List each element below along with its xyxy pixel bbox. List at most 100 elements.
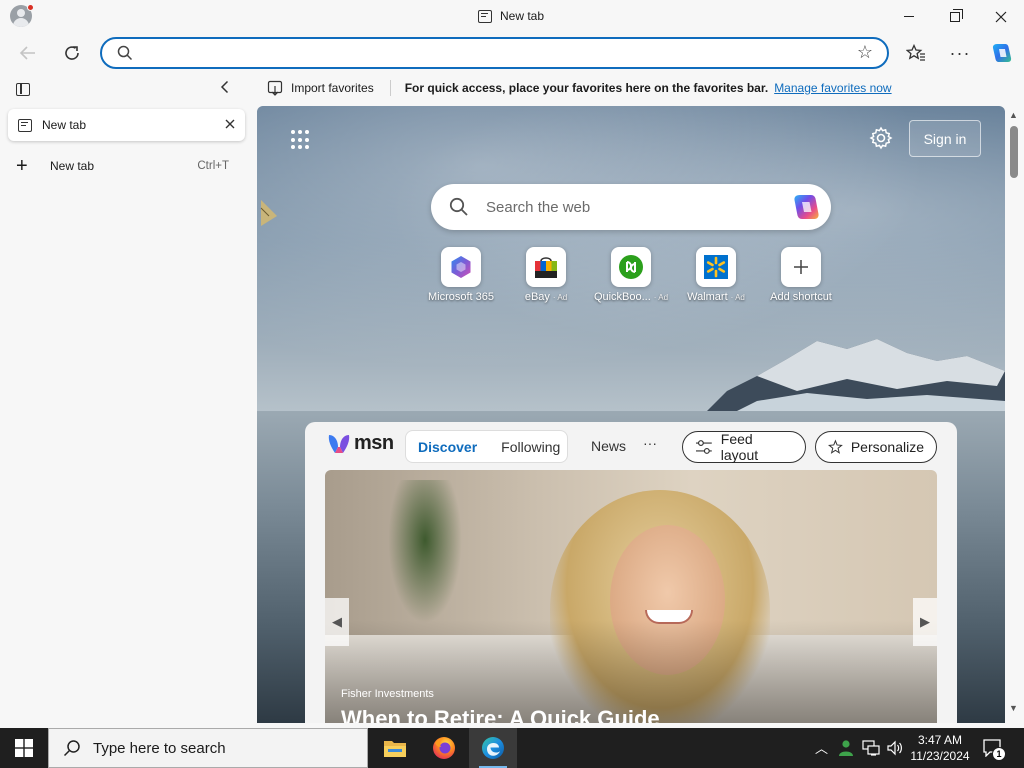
close-tab-button[interactable] xyxy=(225,116,235,134)
restore-button[interactable] xyxy=(932,0,978,33)
shortcut-tile[interactable] xyxy=(611,247,651,287)
shortcut-add[interactable]: Add shortcut xyxy=(761,247,841,303)
sign-in-button[interactable]: Sign in xyxy=(909,120,981,157)
address-bar[interactable]: ☆ xyxy=(100,37,889,69)
new-tab-label: New tab xyxy=(50,159,95,173)
sparkle-pen-icon xyxy=(828,439,843,454)
taskbar-clock[interactable]: 3:47 AM 11/23/2024 xyxy=(906,732,974,764)
shortcut-tile[interactable] xyxy=(526,247,566,287)
shortcut-name: Walmart xyxy=(687,291,728,303)
web-search-input[interactable] xyxy=(486,197,776,217)
tab-discover[interactable]: Discover xyxy=(418,439,477,455)
page-scrollbar[interactable]: ▲ ▼ xyxy=(1005,106,1024,723)
scrollbar-thumb[interactable] xyxy=(1010,126,1018,178)
personalize-button[interactable]: Personalize xyxy=(815,431,937,463)
tab-following[interactable]: Following xyxy=(501,439,560,455)
msn-logo[interactable]: msn xyxy=(327,432,394,455)
show-hidden-icons-chevron-icon[interactable]: ︿ xyxy=(815,738,828,757)
vertical-tabs-pane: New tab + New tab Ctrl+T xyxy=(0,74,257,728)
close-window-button[interactable] xyxy=(978,0,1024,33)
address-input[interactable] xyxy=(142,43,842,63)
ad-label: Ad xyxy=(557,293,568,302)
scroll-up-arrow-icon[interactable]: ▲ xyxy=(1009,110,1018,120)
network-icon[interactable] xyxy=(862,740,880,756)
settings-and-more-button[interactable]: ··· xyxy=(944,37,976,69)
user-network-icon[interactable] xyxy=(838,739,854,757)
favorites-icon xyxy=(906,44,925,61)
add-favorite-star-icon[interactable]: ☆ xyxy=(857,42,873,63)
hero-article-card[interactable]: Fisher Investments When to Retire: A Qui… xyxy=(325,470,937,723)
import-favorites-button[interactable]: Import favorites xyxy=(267,80,374,96)
shortcut-label: Walmart · Ad xyxy=(687,291,745,303)
caret-left-icon: ◀ xyxy=(332,614,342,629)
edge-icon xyxy=(482,737,504,759)
app-launcher-icon[interactable] xyxy=(291,130,311,150)
carousel-prev-button[interactable]: ◀ xyxy=(325,598,349,646)
feed-layout-button[interactable]: Feed layout xyxy=(682,431,806,463)
shortcut-name: QuickBoo... xyxy=(593,291,651,303)
window-title-group: New tab xyxy=(478,8,544,24)
new-tab-page-icon xyxy=(478,9,492,23)
scroll-down-arrow-icon[interactable]: ▼ xyxy=(1009,703,1018,713)
collapse-pane-button[interactable] xyxy=(220,80,230,99)
feed-layout-label: Feed layout xyxy=(720,431,759,463)
volume-icon[interactable] xyxy=(886,739,904,757)
article-source: Fisher Investments xyxy=(341,688,434,700)
hero-image-plant xyxy=(385,480,465,630)
more-tabs-button[interactable]: ··· xyxy=(643,435,657,451)
new-tab-button[interactable]: + New tab Ctrl+T xyxy=(8,152,245,180)
minimize-button[interactable] xyxy=(886,0,932,33)
shortcut-label: QuickBoo... · Ad xyxy=(594,291,668,303)
minimize-icon xyxy=(904,16,914,17)
clock-date: 11/23/2024 xyxy=(910,749,970,763)
refresh-icon xyxy=(65,46,79,60)
shortcut-tile[interactable] xyxy=(441,247,481,287)
search-icon xyxy=(117,45,133,61)
copilot-button[interactable] xyxy=(986,37,1018,69)
quickbooks-icon xyxy=(619,255,643,279)
ebay-bag-icon xyxy=(535,257,557,278)
add-shortcut-tile[interactable] xyxy=(781,247,821,287)
ad-marker: · Ad xyxy=(730,293,745,302)
refresh-button[interactable] xyxy=(56,37,88,69)
msn-brand-text: msn xyxy=(354,432,394,454)
personalize-label: Personalize xyxy=(850,439,924,455)
chevron-left-icon xyxy=(220,80,229,94)
back-button[interactable] xyxy=(12,37,44,69)
plus-icon xyxy=(794,260,808,274)
tab-actions-menu-icon[interactable] xyxy=(16,83,30,96)
favorites-button[interactable] xyxy=(900,37,932,69)
page-settings-gear-icon[interactable] xyxy=(869,126,893,150)
taskbar-firefox[interactable] xyxy=(420,728,468,768)
more-dots-icon: ··· xyxy=(949,42,971,63)
manage-favorites-link[interactable]: Manage favorites now xyxy=(774,81,891,95)
microsoft-365-icon xyxy=(451,256,471,278)
shortcut-quickbooks[interactable]: QuickBoo... · Ad xyxy=(591,247,671,303)
taskbar-edge[interactable] xyxy=(469,728,517,768)
ad-label: Ad xyxy=(658,293,669,302)
shortcut-microsoft-365[interactable]: Microsoft 365 xyxy=(421,247,501,303)
tab-new-tab[interactable]: New tab xyxy=(8,109,245,141)
ad-marker: · Ad xyxy=(552,293,568,302)
taskbar-file-explorer[interactable] xyxy=(371,728,419,768)
profile-notification-dot xyxy=(27,4,34,11)
copilot-icon[interactable] xyxy=(791,193,821,221)
shortcut-name: Add shortcut xyxy=(770,291,832,303)
taskbar-search-box[interactable]: Type here to search xyxy=(48,728,368,768)
web-search-box[interactable] xyxy=(431,184,831,230)
carousel-next-button[interactable]: ▶ xyxy=(913,598,937,646)
favorites-bar-message: For quick access, place your favorites h… xyxy=(404,81,769,95)
start-button[interactable] xyxy=(0,728,48,768)
shortcut-label: Microsoft 365 xyxy=(428,291,494,303)
title-bar: New tab xyxy=(0,0,1024,33)
shortcut-walmart[interactable]: Walmart · Ad xyxy=(676,247,756,303)
shortcut-name: Microsoft 365 xyxy=(427,291,495,303)
shortcut-ebay[interactable]: eBay · Ad xyxy=(506,247,586,303)
taskbar-search-placeholder: Type here to search xyxy=(93,739,226,757)
article-headline[interactable]: When to Retire: A Quick Guide xyxy=(341,706,660,723)
walmart-spark-icon xyxy=(704,255,728,279)
shortcut-label: eBay · Ad xyxy=(525,291,567,303)
shortcut-tile[interactable] xyxy=(696,247,736,287)
tab-news[interactable]: News xyxy=(591,438,626,454)
import-favorites-icon xyxy=(267,80,283,96)
